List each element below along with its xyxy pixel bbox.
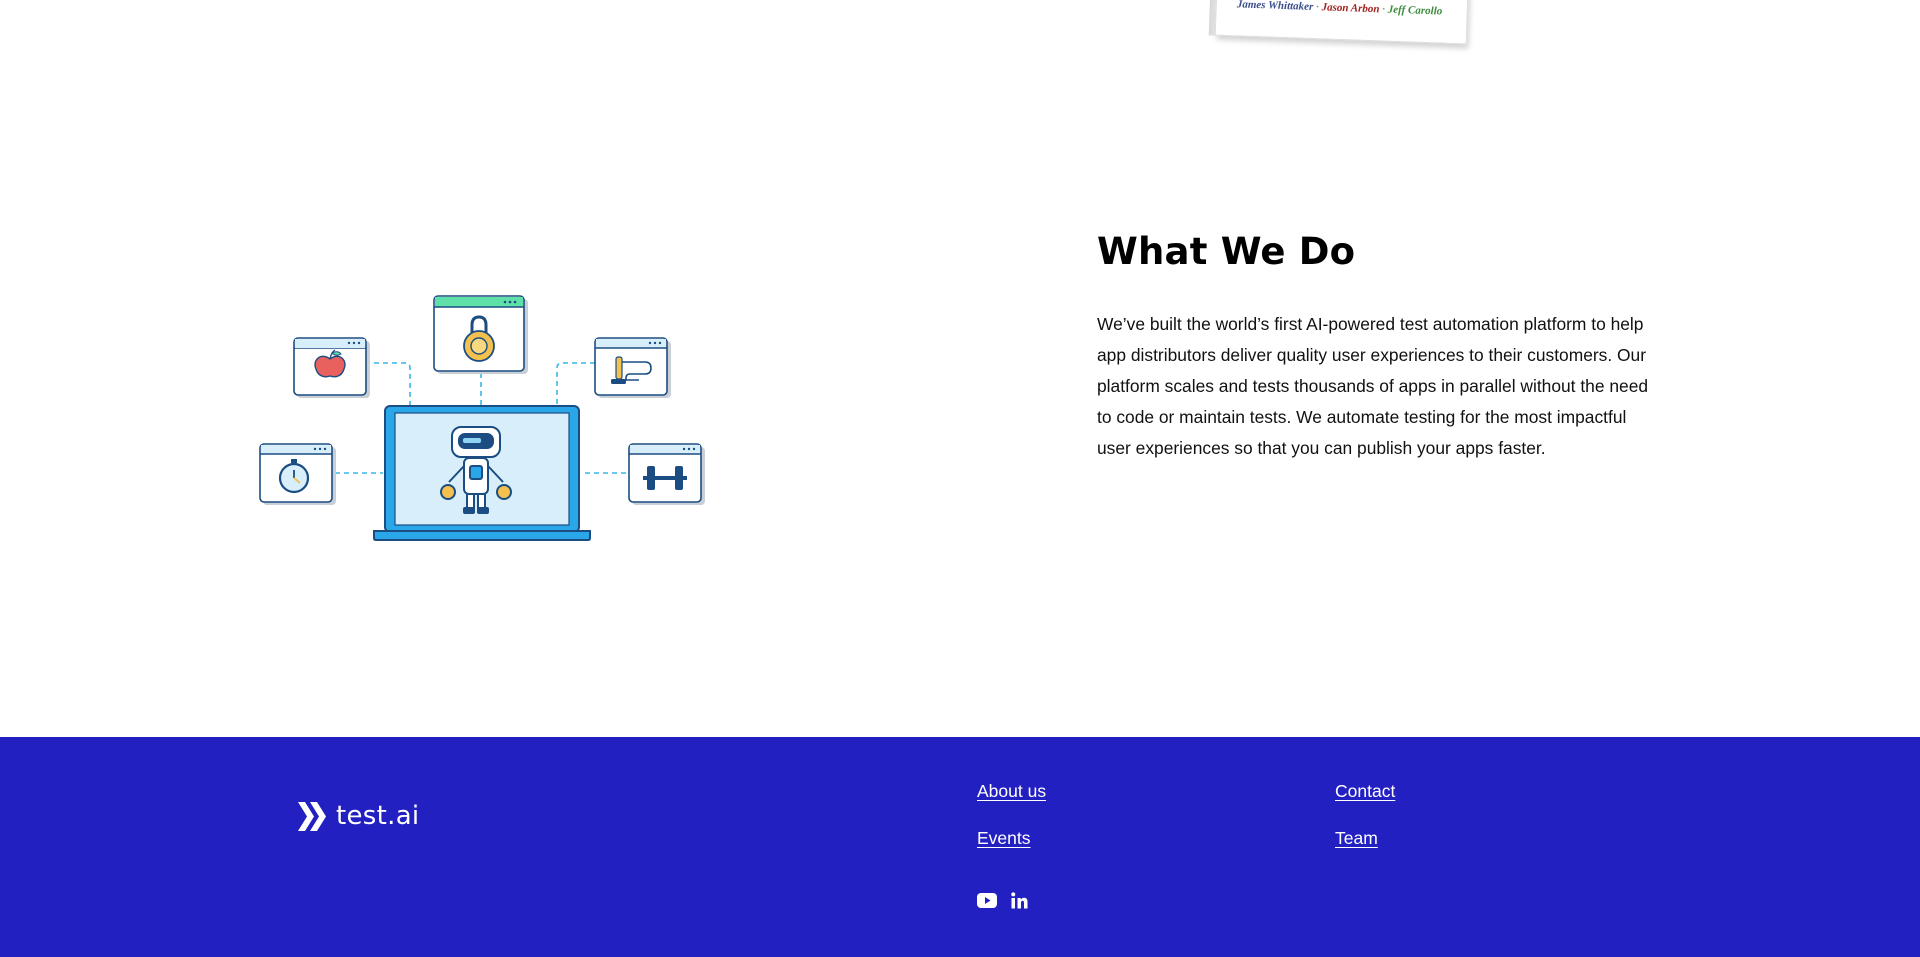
book-face: James Whittaker · Jason Arbon · Jeff Car… (1214, 0, 1470, 45)
book-author-1: James Whittaker (1236, 0, 1314, 13)
footer-link-events[interactable]: Events (977, 828, 1031, 849)
footer-logo[interactable]: test.ai (298, 801, 419, 831)
linkedin-icon[interactable] (1011, 892, 1028, 914)
book-cover: James Whittaker · Jason Arbon · Jeff Car… (1208, 0, 1470, 45)
section-heading: What We Do (1097, 230, 1356, 273)
what-we-do-section: What We Do We’ve built the world’s first… (1097, 230, 1665, 464)
tool-window-icon (594, 337, 671, 398)
social-links (977, 892, 1028, 914)
book-author-2: Jason Arbon (1321, 1, 1380, 16)
footer-link-team[interactable]: Team (1335, 828, 1378, 849)
footer-link-about[interactable]: About us (977, 781, 1046, 802)
site-footer: test.ai About us Events Contact Team (0, 737, 1920, 957)
book-authors: James Whittaker · Jason Arbon · Jeff Car… (1237, 0, 1443, 18)
author-separator: · (1382, 3, 1386, 16)
ai-testing-illustration (255, 290, 715, 545)
stopwatch-window-icon (259, 443, 336, 505)
book-author-3: Jeff Carollo (1387, 3, 1443, 18)
youtube-icon[interactable] (977, 893, 997, 913)
apple-window-icon (293, 337, 370, 398)
footer-link-contact[interactable]: Contact (1335, 781, 1395, 802)
padlock-window-icon (433, 295, 528, 374)
dumbbell-window-icon (628, 443, 705, 505)
section-description: We’ve built the world’s first AI-powered… (1097, 314, 1649, 458)
logo-chevrons-icon (298, 801, 328, 831)
logo-text: test.ai (336, 801, 420, 831)
author-separator: · (1315, 1, 1320, 14)
